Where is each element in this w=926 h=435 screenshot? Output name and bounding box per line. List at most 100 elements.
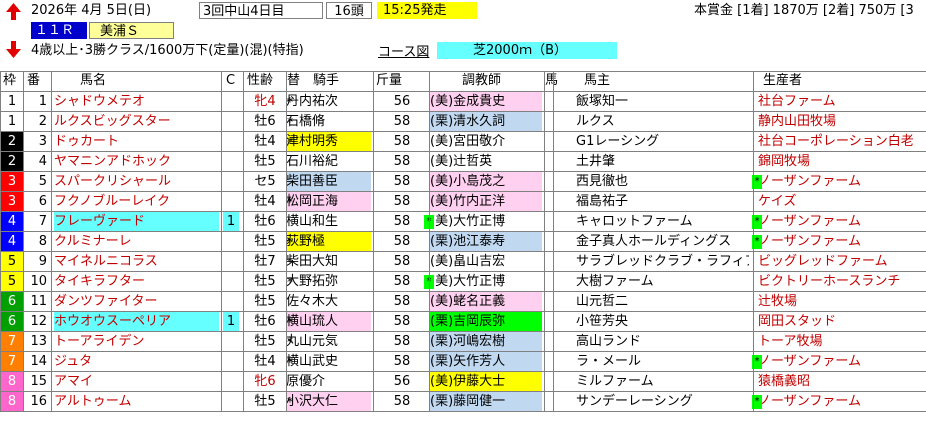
jockey-change-mark bbox=[287, 292, 296, 312]
table-row[interactable]: 3 5 スパークリシャール セ5 柴田善臣 58 (美)小島茂之 西見徹也 ノーザンファーム * bbox=[0, 172, 926, 192]
table-row[interactable]: 8 16 アルトゥーム 牡5 小沢大仁 58 (栗)藤岡健一 サンデーレーシング ノーザンファー… bbox=[0, 392, 926, 412]
trainer[interactable]: (美)伊藤大士 bbox=[430, 372, 542, 392]
jockey[interactable]: 石川裕紀 bbox=[286, 152, 371, 172]
horse-name[interactable]: アマイ bbox=[54, 372, 219, 392]
horse-number: 11 bbox=[30, 294, 47, 309]
trainer[interactable]: (美)小島茂之 bbox=[430, 172, 542, 192]
horse-name[interactable]: トーアライデン bbox=[54, 332, 219, 352]
table-row[interactable]: 2 4 ヤマニンアドホック 牡5 石川裕紀 58 (美)辻哲英 土井肇 錦岡牧場 bbox=[0, 152, 926, 172]
weight: 58 bbox=[393, 294, 411, 309]
jockey[interactable]: 松岡正海 bbox=[286, 192, 371, 212]
trainer[interactable]: (美)大竹正博 bbox=[430, 272, 542, 292]
grid-hline bbox=[0, 191, 926, 192]
jockey[interactable]: 小沢大仁 bbox=[286, 392, 371, 412]
table-header: 枠 番 馬名 C 性齢 替 騎手 斤量 調教師 馬 馬主 生産者 bbox=[0, 71, 926, 91]
jockey-change-mark: * bbox=[287, 255, 293, 269]
table-row[interactable]: 1 2 ルクスビッグスター 牡6 石橋脩 58 (栗)清水久詞 ルクス 静内山田牧場 * bbox=[0, 112, 926, 132]
breeder: ノーザンファーム bbox=[758, 174, 861, 189]
trainer[interactable]: (美)宮田敬介 bbox=[430, 132, 542, 152]
table-row[interactable]: 6 12 ホウオウスーペリア 1 牡6 横山琉人 58 (栗)吉岡辰弥 小笹芳央 岡田スタッド * bbox=[0, 312, 926, 332]
grid-hline bbox=[0, 231, 926, 232]
jockey[interactable]: 横山琉人 bbox=[286, 312, 371, 332]
grid-vline bbox=[286, 71, 287, 412]
prev-race-arrow[interactable] bbox=[5, 2, 22, 21]
c-mark bbox=[223, 352, 239, 372]
horse-name[interactable]: クルミナーレ bbox=[54, 232, 219, 252]
trainer[interactable]: (美)金成貴史 bbox=[430, 92, 542, 112]
jockey[interactable]: 柴田大知 bbox=[286, 252, 371, 272]
horse-name[interactable]: ヤマニンアドホック bbox=[54, 152, 219, 172]
table-row[interactable]: 7 13 トーアライデン 牡5 丸山元気 58 (栗)河嶋宏樹 高山ランド トーア牧場 * bbox=[0, 332, 926, 352]
col-weight: 斤量 bbox=[376, 73, 403, 88]
horse-number: 5 bbox=[38, 174, 47, 189]
horse-name[interactable]: タイキラフター bbox=[54, 272, 219, 292]
horse-name[interactable]: フクノブルーレイク bbox=[54, 192, 219, 212]
table-row[interactable]: 4 7 フレーヴァード 1 牡6 横山和生 58 (美)大竹正博 キャロットファーム ノーザンファ… bbox=[0, 212, 926, 232]
grid-hline bbox=[0, 411, 926, 412]
col-sex-age: 性齢 bbox=[247, 73, 274, 88]
grid-hline bbox=[0, 151, 926, 152]
course-map-link[interactable]: コース図 bbox=[378, 44, 429, 61]
horse-name[interactable]: ホウオウスーペリア bbox=[54, 312, 219, 332]
horse-name[interactable]: マイネルニコラス bbox=[54, 252, 219, 272]
jockey[interactable]: 柴田善臣 bbox=[286, 172, 371, 192]
trainer[interactable]: (美)大竹正博 bbox=[430, 212, 542, 232]
jockey[interactable]: 丸山元気 bbox=[286, 332, 371, 352]
horse-number: 13 bbox=[30, 334, 47, 349]
next-race-arrow[interactable] bbox=[5, 40, 22, 59]
table-row[interactable]: 3 6 フクノブルーレイク 牡4 松岡正海 58 (美)竹内正洋 福島祐子 ケイズ * bbox=[0, 192, 926, 212]
jockey[interactable]: 丹内祐次 bbox=[286, 92, 371, 112]
table-row[interactable]: 7 14 ジュタ 牡4 横山武史 58 (栗)矢作芳人 ラ・メール ノーザンファーム * * bbox=[0, 352, 926, 372]
table-row[interactable]: 6 11 ダンツファイター 牡5 佐々木大 58 (美)蛯名正義 山元哲二 辻牧場 bbox=[0, 292, 926, 312]
trainer[interactable]: (栗)清水久詞 bbox=[430, 112, 542, 132]
jockey[interactable]: 佐々木大 bbox=[286, 292, 371, 312]
jockey[interactable]: 石橋脩 bbox=[286, 112, 371, 132]
trainer[interactable]: (栗)矢作芳人 bbox=[430, 352, 542, 372]
horse-name[interactable]: アルトゥーム bbox=[54, 392, 219, 412]
jockey[interactable]: 大野拓弥 bbox=[286, 272, 371, 292]
trainer[interactable]: (美)竹内正洋 bbox=[430, 192, 542, 212]
trainer[interactable]: (美)畠山吉宏 bbox=[430, 252, 542, 272]
arrow-up-icon bbox=[6, 3, 21, 20]
race-conditions: 4歳以上･3勝クラス/1600万下(定量)(混)(特指) bbox=[31, 43, 304, 58]
jockey[interactable]: 横山武史 bbox=[286, 352, 371, 372]
table-row[interactable]: 59 マイネルニコラス 牡7 柴田大知 58 (美)畠山吉宏 サラブレッドクラブ・ラフィアン… bbox=[0, 252, 926, 272]
owner: G1レーシング bbox=[576, 134, 660, 149]
grid-hline bbox=[0, 171, 926, 172]
trainer[interactable]: (栗)池江泰寿 bbox=[430, 232, 542, 252]
table-row[interactable]: 5 10 タイキラフター 牡5 大野拓弥 58 (美)大竹正博 大樹ファーム ビクトリーホースラ… bbox=[0, 272, 926, 292]
sex-age: 牝6 bbox=[254, 374, 276, 389]
race-name: 美浦Ｓ bbox=[89, 22, 174, 39]
trainer[interactable]: (栗)藤岡健一 bbox=[430, 392, 542, 412]
grid-vline bbox=[51, 71, 52, 412]
horse-name[interactable]: フレーヴァード bbox=[54, 212, 219, 232]
horse-number: 4 bbox=[38, 154, 47, 169]
sex-age: 牡4 bbox=[254, 134, 276, 149]
jockey[interactable]: 横山和生 bbox=[286, 212, 371, 232]
jockey[interactable]: 津村明秀 bbox=[286, 132, 371, 152]
table-row[interactable]: 1 1 シャドウメテオ 牝4 丹内祐次 56 (美)金成貴史 飯塚知一 社台ファーム * bbox=[0, 92, 926, 112]
owner: サラブレッドクラブ・ラフィアン bbox=[576, 254, 749, 269]
horse-number: 14 bbox=[30, 354, 47, 369]
horse-name[interactable]: スパークリシャール bbox=[54, 172, 219, 192]
owner: 土井肇 bbox=[576, 154, 616, 169]
jockey[interactable]: 原優介 bbox=[286, 372, 371, 392]
table-row[interactable]: 4 8 クルミナーレ 牡5 荻野極 58 (栗)池江泰寿 金子真人ホールディングス ノーザンファ… bbox=[0, 232, 926, 252]
horse-name[interactable]: ジュタ bbox=[54, 352, 219, 372]
jockey[interactable]: 荻野極 bbox=[286, 232, 371, 252]
horse-name[interactable]: ドゥカート bbox=[54, 132, 219, 152]
trainer[interactable]: (美)蛯名正義 bbox=[430, 292, 542, 312]
table-row[interactable]: 8 15 アマイ 牝6 原優介 56 (美)伊藤大士 ミルファーム 猿橋義昭 bbox=[0, 372, 926, 392]
sex-age: 牡4 bbox=[254, 354, 276, 369]
c-mark bbox=[223, 152, 239, 172]
jockey-change-mark: * bbox=[287, 115, 293, 129]
trainer[interactable]: (栗)吉岡辰弥 bbox=[430, 312, 542, 332]
horse-name[interactable]: ダンツファイター bbox=[54, 292, 219, 312]
waku-cell: 5 bbox=[1, 252, 23, 272]
trainer[interactable]: (美)辻哲英 bbox=[430, 152, 542, 172]
trainer[interactable]: (栗)河嶋宏樹 bbox=[430, 332, 542, 352]
waku-cell: 1 bbox=[1, 112, 23, 132]
horse-name[interactable]: ルクスビッグスター bbox=[54, 112, 219, 132]
horse-name[interactable]: シャドウメテオ bbox=[54, 92, 219, 112]
table-row[interactable]: 2 3 ドゥカート 牡4 津村明秀 58 (美)宮田敬介 G1レーシング 社台コーポレーション白… bbox=[0, 132, 926, 152]
